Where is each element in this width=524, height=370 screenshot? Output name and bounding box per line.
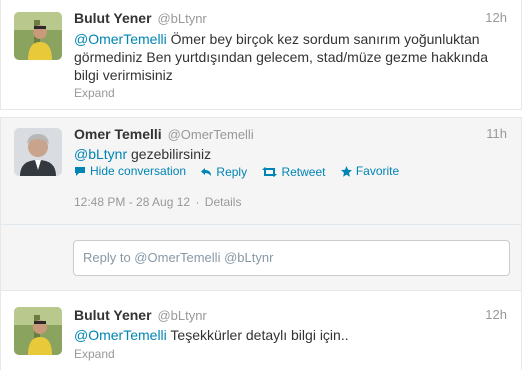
- username[interactable]: @OmerTemelli: [168, 127, 254, 142]
- separator-dot: ·: [195, 195, 200, 209]
- timestamp[interactable]: 11h: [486, 126, 507, 141]
- fullname[interactable]: Omer Temelli: [74, 126, 162, 142]
- favorite-label: Favorite: [355, 164, 400, 178]
- reply-button[interactable]: Reply: [201, 165, 247, 179]
- avatar[interactable]: [14, 128, 62, 176]
- fullname[interactable]: Bulut Yener: [74, 10, 152, 26]
- tweet-body: gezebilirsiniz: [127, 146, 212, 162]
- tweet-details-row: 12:48 PM - 28 Aug 12 · Details: [74, 195, 241, 209]
- reply-input[interactable]: Reply to @OmerTemelli @bLtynr: [73, 240, 510, 276]
- username[interactable]: @bLtynr: [157, 11, 206, 26]
- avatar[interactable]: [14, 307, 62, 355]
- star-icon: [340, 165, 352, 177]
- username[interactable]: @bLtynr: [157, 308, 206, 323]
- tweet-header: Bulut Yener @bLtynr 12h: [74, 307, 507, 325]
- hide-conversation-label: Hide conversation: [90, 164, 187, 178]
- mention-link[interactable]: @OmerTemelli: [74, 327, 167, 343]
- tweet-header: Bulut Yener @bLtynr 12h: [74, 10, 507, 28]
- fullname[interactable]: Bulut Yener: [74, 307, 152, 323]
- divider: [1, 224, 521, 225]
- tweet-header: Omer Temelli @OmerTemelli 11h: [74, 126, 507, 144]
- expand-link[interactable]: Expand: [74, 347, 115, 361]
- tweet-text: @OmerTemelli Ömer bey birçok kez sordum …: [74, 30, 505, 84]
- expand-link[interactable]: Expand: [74, 86, 115, 100]
- hide-conversation-button[interactable]: Hide conversation: [74, 164, 186, 178]
- tweet-item[interactable]: Bulut Yener @bLtynr 12h @OmerTemelli Öme…: [0, 0, 522, 110]
- tweet-actions: Hide conversation Reply Retweet Favorite: [74, 164, 411, 180]
- favorite-button[interactable]: Favorite: [340, 164, 400, 178]
- speech-bubble-icon: [75, 166, 85, 176]
- tweet-body: Teşekkürler detaylı bilgi için..: [166, 327, 349, 343]
- mention-link[interactable]: @bLtynr: [74, 146, 127, 162]
- tweet-text: @bLtynr gezebilirsiniz: [74, 145, 505, 163]
- tweet-text: @OmerTemelli Teşekkürler detaylı bilgi i…: [74, 326, 505, 344]
- full-timestamp[interactable]: 12:48 PM - 28 Aug 12: [74, 195, 190, 209]
- reply-label: Reply: [216, 164, 248, 179]
- tweet-item[interactable]: Bulut Yener @bLtynr 12h @OmerTemelli Teş…: [0, 290, 522, 370]
- reply-arrow-icon: [201, 167, 212, 176]
- timestamp[interactable]: 12h: [485, 307, 507, 322]
- mention-link[interactable]: @OmerTemelli: [74, 31, 167, 47]
- timestamp[interactable]: 12h: [485, 10, 507, 25]
- retweet-button[interactable]: Retweet: [262, 165, 325, 179]
- retweet-label: Retweet: [281, 164, 326, 179]
- retweet-icon: [262, 166, 278, 177]
- avatar[interactable]: [14, 12, 62, 60]
- details-link[interactable]: Details: [205, 195, 242, 209]
